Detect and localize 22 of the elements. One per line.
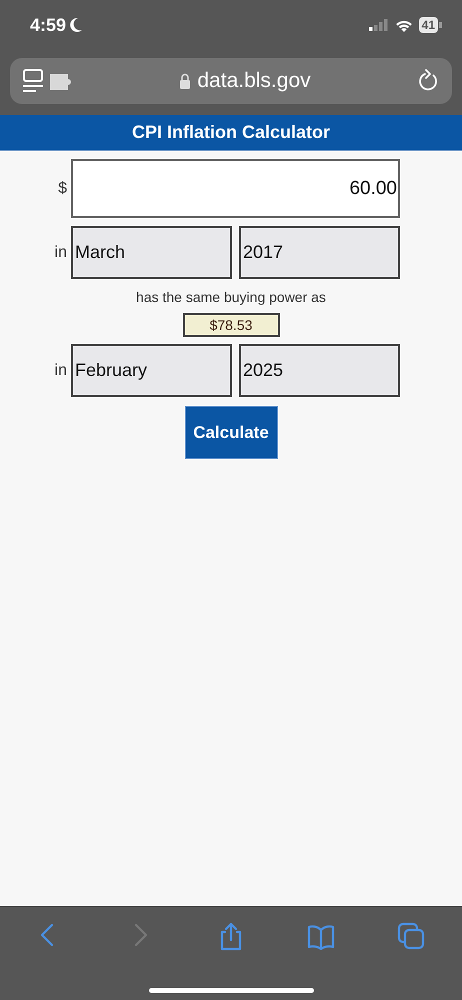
tabs-icon[interactable] [397,922,425,950]
month-select[interactable]: February [71,344,232,397]
amount-field[interactable]: 60.00 [71,159,400,218]
lock-icon [179,73,192,89]
dollar-label: $ [57,180,68,198]
in-label: in [54,362,68,380]
signal-icon [368,19,389,31]
year-select[interactable]: 2025 [239,344,400,397]
address-bar[interactable]: data.bls.gov [10,58,452,104]
wifi-icon [394,18,413,32]
month-select[interactable]: March [71,226,232,279]
reader-icon[interactable] [22,68,72,94]
result-value: $78.53 [182,313,280,337]
calculate-button[interactable]: Calculate [184,406,278,459]
url-text: data.bls.gov [197,69,311,93]
in-label: in [54,244,68,262]
reload-icon[interactable] [418,69,440,93]
comparison-text: has the same buying power as [136,289,326,305]
moon-icon [69,17,84,33]
year-select[interactable]: 2017 [239,226,400,279]
clock-time: 4:59 [30,14,66,36]
page-title: CPI Inflation Calculator [0,115,462,151]
